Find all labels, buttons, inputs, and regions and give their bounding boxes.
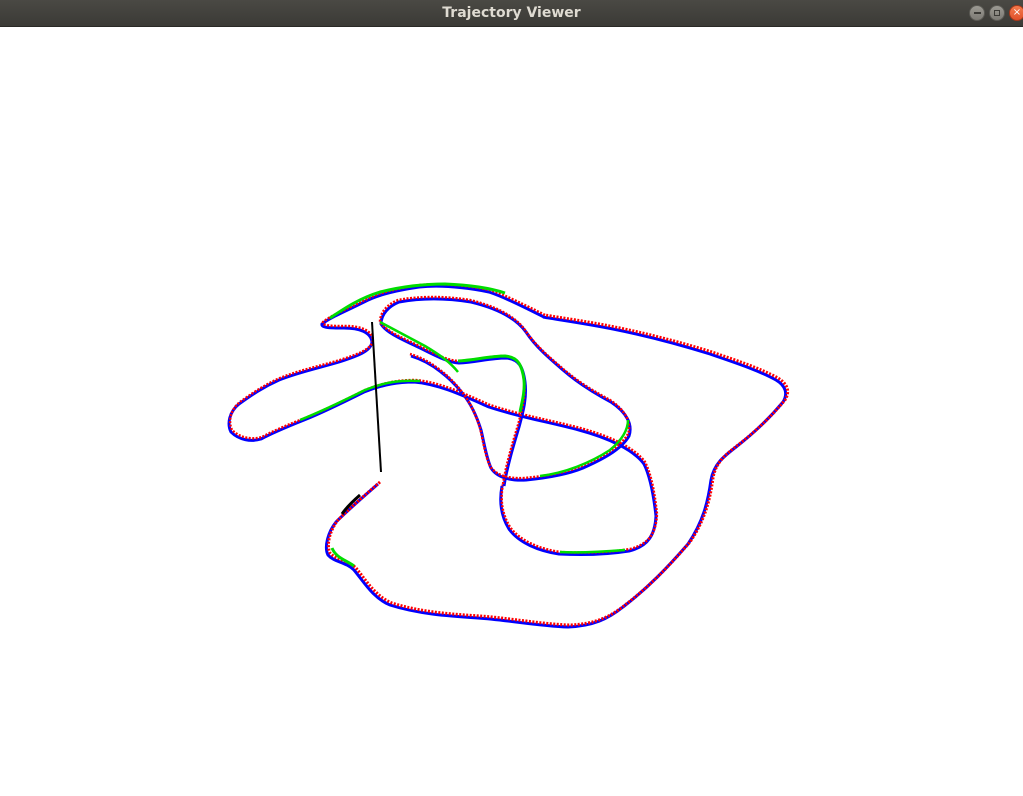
close-icon: ×: [1012, 7, 1022, 18]
trajectory-vertical-link: [371, 321, 382, 473]
maximize-button[interactable]: [989, 5, 1005, 21]
close-button[interactable]: ×: [1009, 5, 1023, 21]
maximize-icon: [994, 10, 1000, 16]
minimize-button[interactable]: [969, 5, 985, 21]
trajectory-canvas[interactable]: [0, 27, 1023, 796]
window-title: Trajectory Viewer: [442, 5, 581, 21]
minimize-icon: [973, 12, 981, 14]
app-window: Trajectory Viewer ×: [0, 0, 1023, 796]
trajectory-viewport[interactable]: [0, 27, 1023, 796]
title-bar[interactable]: Trajectory Viewer ×: [0, 0, 1023, 27]
trajectory-outer-loop: [324, 313, 790, 629]
